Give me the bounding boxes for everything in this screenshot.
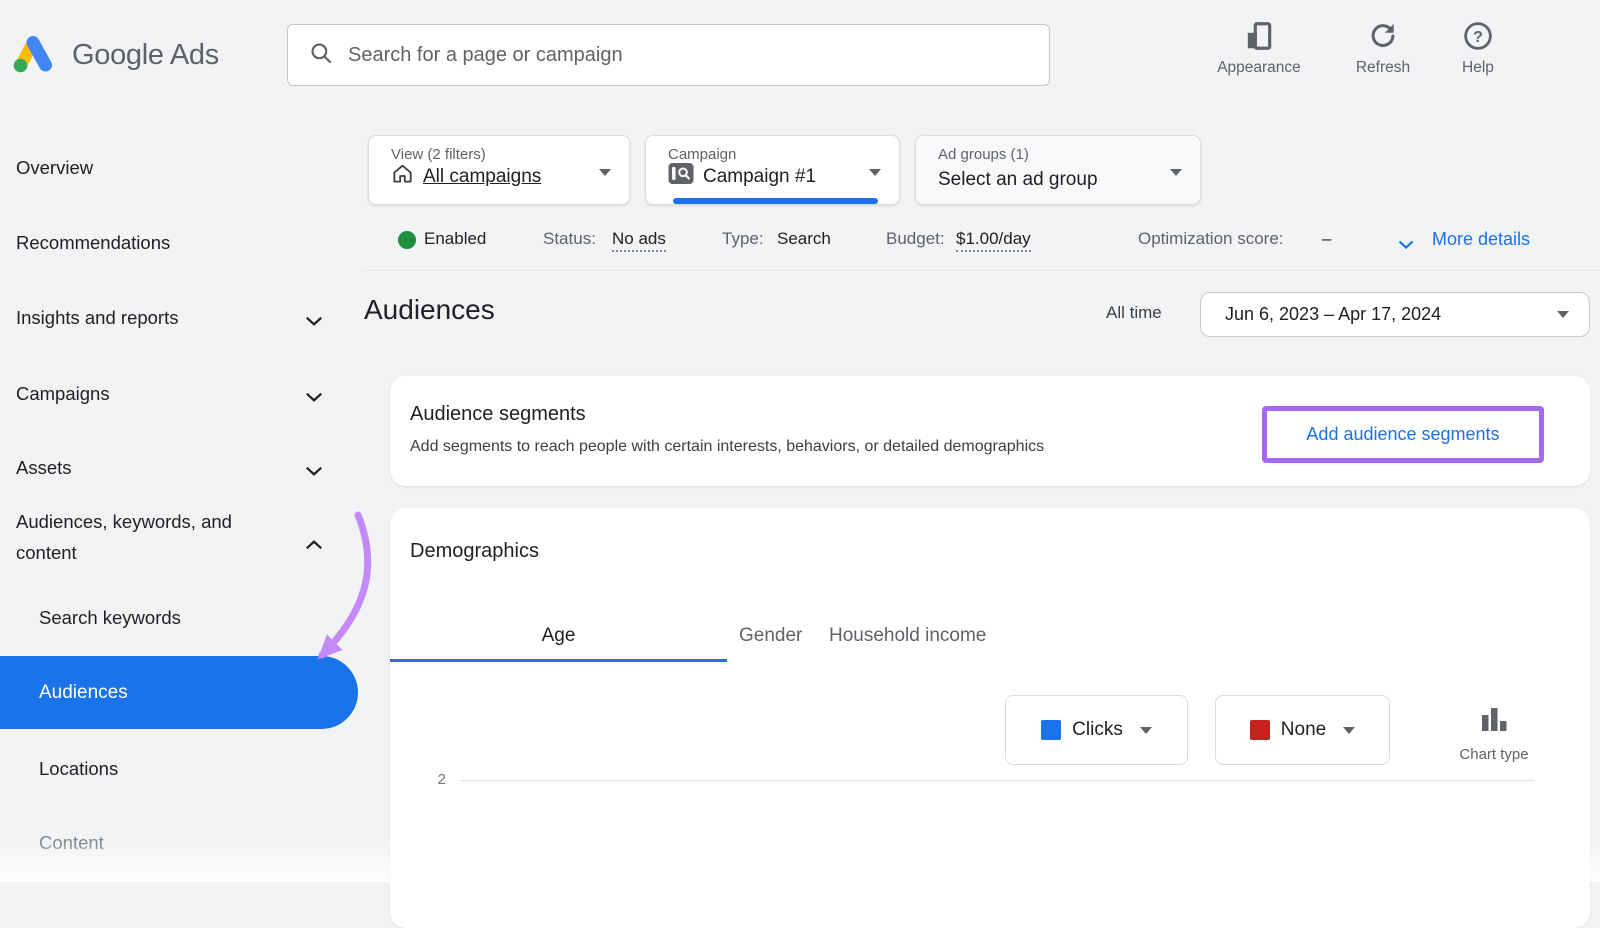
bar-chart-icon <box>1479 708 1509 741</box>
optimization-score-label: Optimization score: <box>1138 229 1284 248</box>
sidebar-item-search-keywords[interactable]: Search keywords <box>39 607 181 629</box>
dropdown-caret-icon <box>1557 311 1569 318</box>
chevron-down-icon[interactable] <box>305 389 323 407</box>
primary-metric-value: Clicks <box>1072 719 1123 740</box>
ad-group-filter-dropdown[interactable]: Ad groups (1) Select an ad group <box>915 135 1201 205</box>
dropdown-caret-icon <box>1139 726 1152 734</box>
chevron-down-icon[interactable] <box>305 313 323 331</box>
chevron-up-icon[interactable] <box>305 537 323 555</box>
view-filter-value: All campaigns <box>423 165 542 187</box>
sidebar-item-recommendations[interactable]: Recommendations <box>16 232 170 254</box>
budget-value[interactable]: $1.00/day <box>956 229 1031 252</box>
date-range-value: Jun 6, 2023 – Apr 17, 2024 <box>1225 304 1442 324</box>
search-input[interactable] <box>348 43 988 67</box>
sidebar-item-assets[interactable]: Assets <box>16 457 72 479</box>
none-swatch <box>1249 720 1270 740</box>
chart-gridline <box>460 780 1534 781</box>
dropdown-caret-icon <box>1343 726 1356 734</box>
sidebar-item-overview[interactable]: Overview <box>16 157 93 179</box>
chart-type-button[interactable]: Chart type <box>1436 703 1552 763</box>
type-value: Search <box>777 229 831 248</box>
demographics-card: Demographics Age Gender Household income… <box>390 508 1590 928</box>
appearance-label: Appearance <box>1217 59 1301 76</box>
help-icon: ? <box>1436 18 1520 54</box>
add-audience-segments-button[interactable]: Add audience segments <box>1306 424 1499 445</box>
annotation-highlight-box: Add audience segments <box>1262 406 1544 463</box>
campaign-icon <box>668 162 694 191</box>
home-icon <box>391 162 414 191</box>
tab-gender[interactable]: Gender <box>739 625 802 647</box>
google-ads-logo: Google Ads <box>8 30 219 81</box>
chevron-down-icon[interactable] <box>305 463 323 481</box>
y-axis-tick: 2 <box>437 771 446 788</box>
audience-segments-title: Audience segments <box>410 403 586 425</box>
active-filter-indicator <box>673 198 878 204</box>
secondary-metric-value: None <box>1280 719 1327 740</box>
date-range-picker[interactable]: Jun 6, 2023 – Apr 17, 2024 <box>1200 292 1590 337</box>
refresh-label: Refresh <box>1355 59 1411 76</box>
sidebar-item-audiences-label: Audiences <box>39 681 128 703</box>
secondary-metric-dropdown[interactable]: None <box>1215 695 1390 765</box>
status-value[interactable]: No ads <box>612 229 666 252</box>
brand-title: Google Ads <box>72 39 219 71</box>
view-filter-label: View (2 filters) <box>391 146 486 163</box>
active-tab-indicator <box>390 659 727 662</box>
sidebar-item-locations[interactable]: Locations <box>39 758 118 780</box>
refresh-button[interactable]: Refresh <box>1340 18 1426 77</box>
campaign-filter-value: Campaign #1 <box>703 165 817 187</box>
status-label: Status: <box>543 229 596 248</box>
ad-group-filter-value: Select an ad group <box>938 169 1098 190</box>
sidebar-item-audiences-keywords-content[interactable]: Audiences, keywords, and content <box>16 506 291 568</box>
dropdown-caret-icon <box>1170 169 1182 176</box>
svg-text:?: ? <box>1473 29 1483 46</box>
google-ads-logo-icon <box>8 30 58 81</box>
ad-group-filter-label: Ad groups (1) <box>938 146 1029 163</box>
tab-household-income[interactable]: Household income <box>829 625 986 647</box>
dropdown-caret-icon <box>599 169 611 176</box>
enabled-status-dot <box>398 231 416 249</box>
sidebar-item-content[interactable]: Content <box>39 832 104 854</box>
campaign-state: Enabled <box>424 229 487 248</box>
refresh-icon <box>1340 18 1426 54</box>
global-search[interactable] <box>287 24 1050 86</box>
budget-label: Budget: <box>886 229 945 248</box>
appearance-button[interactable]: Appearance <box>1203 18 1315 77</box>
topbar: Google Ads Appearance <box>0 0 1600 110</box>
chevron-down-icon[interactable] <box>1398 234 1414 254</box>
tab-age[interactable]: Age <box>390 625 727 647</box>
view-filter-dropdown[interactable]: View (2 filters) All campaigns <box>368 135 630 205</box>
help-label: Help <box>1462 59 1494 76</box>
demographics-title: Demographics <box>410 540 539 562</box>
audience-segments-card: Audience segments Add segments to reach … <box>390 376 1590 486</box>
audience-segments-description: Add segments to reach people with certai… <box>410 438 1045 455</box>
sidebar-item-insights-and-reports[interactable]: Insights and reports <box>16 307 178 329</box>
help-button[interactable]: ? Help <box>1436 18 1520 77</box>
search-icon <box>308 40 334 71</box>
divider <box>364 270 1600 271</box>
type-label: Type: <box>722 229 764 248</box>
campaign-filter-label: Campaign <box>668 146 737 163</box>
clicks-swatch <box>1041 720 1062 740</box>
more-details-link[interactable]: More details <box>1432 229 1530 250</box>
campaign-filter-dropdown[interactable]: Campaign Campaign #1 <box>645 135 900 205</box>
page-title: Audiences <box>364 294 495 325</box>
sidebar-item-campaigns[interactable]: Campaigns <box>16 383 110 405</box>
appearance-icon <box>1203 18 1315 54</box>
optimization-score-value: – <box>1322 229 1332 248</box>
dropdown-caret-icon <box>869 169 881 176</box>
date-range-shortcut: All time <box>1106 303 1162 322</box>
chart-type-label: Chart type <box>1459 746 1529 763</box>
sidebar-item-audiences-active[interactable]: Audiences <box>0 656 358 729</box>
primary-metric-dropdown[interactable]: Clicks <box>1005 695 1188 765</box>
